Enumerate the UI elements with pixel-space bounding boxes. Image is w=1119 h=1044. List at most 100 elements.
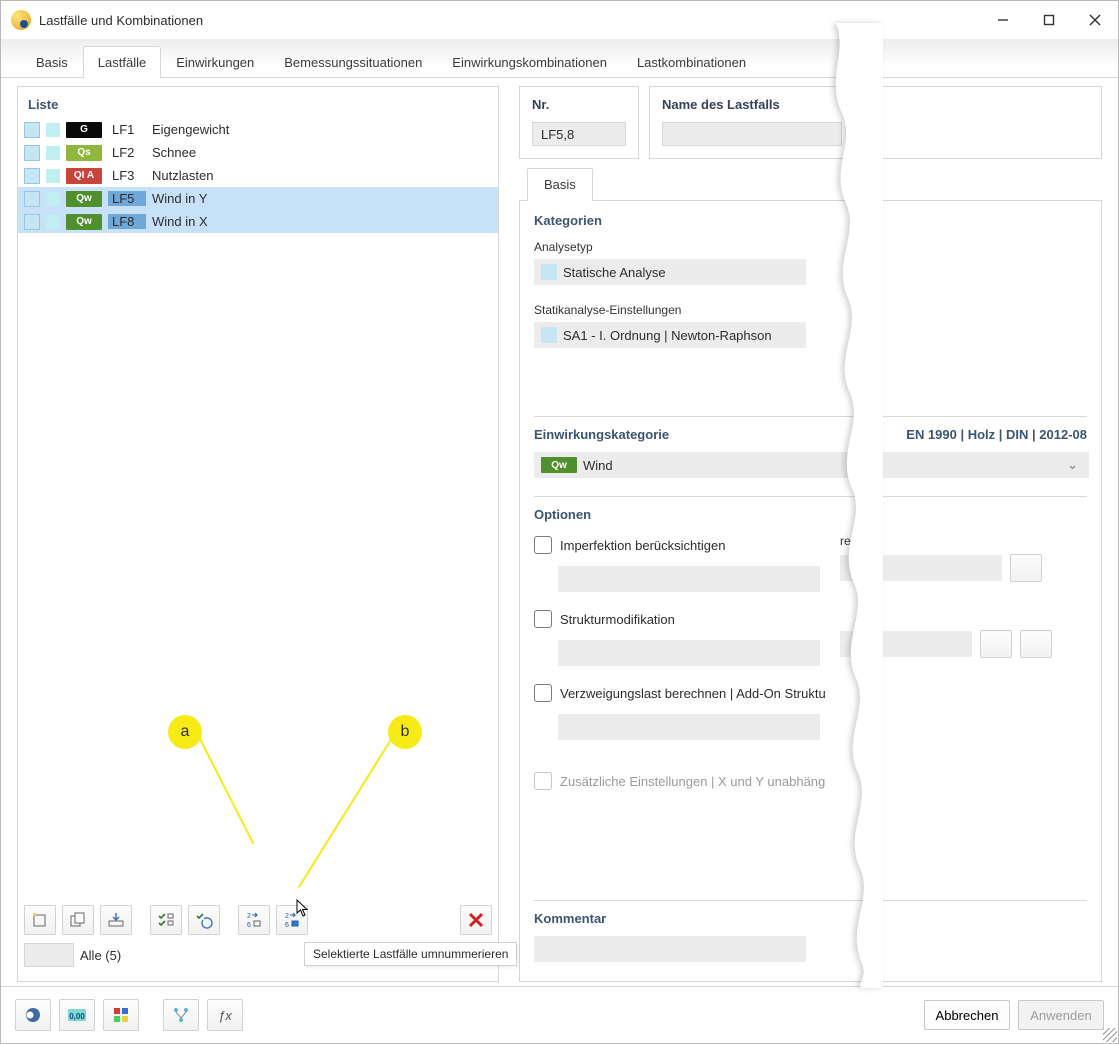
- name-label: Name des Lastfalls: [662, 97, 1089, 112]
- detail-panel: Nr. LF5,8 Name des Lastfalls Basis Kat: [519, 86, 1102, 982]
- row-checkbox[interactable]: [24, 122, 40, 138]
- field-nr: Nr. LF5,8: [519, 86, 639, 159]
- row-color-icon: [46, 215, 60, 229]
- annotation-a: a: [168, 715, 202, 749]
- window-title: Lastfälle und Kombinationen: [39, 13, 203, 28]
- list-item[interactable]: GLF1Eigengewicht: [18, 118, 498, 141]
- kommentar-title: Kommentar: [534, 911, 1087, 926]
- nr-input[interactable]: LF5,8: [532, 122, 626, 146]
- einwirkung-value: Wind: [583, 458, 613, 473]
- svg-text:2: 2: [285, 913, 289, 920]
- sub-tab-basis[interactable]: Basis: [527, 168, 593, 201]
- tree-button[interactable]: [163, 999, 199, 1031]
- list-item[interactable]: QwLF8Wind in X: [18, 210, 498, 233]
- loadcase-list[interactable]: GLF1EigengewichtQsLF2SchneeQI ALF3Nutzla…: [18, 118, 498, 981]
- struktur-edit-button-2[interactable]: [1020, 630, 1052, 658]
- list-toolbar: 26 26: [24, 905, 492, 935]
- tab-lastfaelle[interactable]: Lastfälle: [83, 46, 161, 78]
- row-color-icon: [46, 146, 60, 160]
- imperfektion-label: Imperfektion berücksichtigen: [560, 538, 725, 553]
- detail-box: Kategorien Analysetyp Statische Analyse …: [519, 201, 1102, 982]
- verzweigung-field[interactable]: [558, 714, 820, 740]
- right-fragment-label: ren aus: [840, 534, 1087, 548]
- tab-einwirkungen[interactable]: Einwirkungen: [161, 46, 269, 78]
- cancel-button[interactable]: Abbrechen: [924, 1000, 1010, 1030]
- group-kommentar: Kommentar: [534, 900, 1087, 962]
- list-item[interactable]: QwLF5Wind in Y: [18, 187, 498, 210]
- fx-button[interactable]: ƒx: [207, 999, 243, 1031]
- annotation-b: b: [388, 715, 422, 749]
- detail-container: Basis Kategorien Analysetyp Statische An…: [519, 167, 1102, 982]
- main-tabs: Basis Lastfälle Einwirkungen Bemessungss…: [1, 39, 1118, 78]
- settings-text: SA1 - I. Ordnung | Newton-Raphson: [563, 328, 772, 343]
- name-input[interactable]: [662, 122, 842, 146]
- imperfektion-checkbox[interactable]: [534, 536, 552, 554]
- units-button[interactable]: 0,00: [59, 999, 95, 1031]
- row-name: Wind in Y: [152, 191, 492, 206]
- chevron-down-icon: ⌄: [1067, 457, 1078, 473]
- imperfektion-field[interactable]: [558, 566, 820, 592]
- resize-grip[interactable]: [1103, 1028, 1117, 1042]
- close-button[interactable]: [1072, 1, 1118, 39]
- check-all-button[interactable]: [150, 905, 182, 935]
- struktur-checkbox[interactable]: [534, 610, 552, 628]
- settings-value[interactable]: SA1 - I. Ordnung | Newton-Raphson: [534, 322, 806, 348]
- cursor-icon: [296, 899, 310, 917]
- settings-color-icon: [541, 327, 557, 343]
- list-item[interactable]: QI ALF3Nutzlasten: [18, 164, 498, 187]
- tooltip: Selektierte Lastfälle umnummerieren: [304, 942, 517, 966]
- new-button[interactable]: [24, 905, 56, 935]
- top-fields: Nr. LF5,8 Name des Lastfalls: [519, 86, 1102, 159]
- sub-tabs: Basis: [519, 167, 1102, 201]
- tab-einwirk-kombi[interactable]: Einwirkungskombinationen: [437, 46, 622, 78]
- einwirkung-select[interactable]: Qw Wind ⌄: [534, 452, 1089, 478]
- import-button[interactable]: [100, 905, 132, 935]
- analysetyp-text: Statische Analyse: [563, 265, 666, 280]
- list-title: Liste: [18, 87, 498, 118]
- colors-button[interactable]: [103, 999, 139, 1031]
- row-color-icon: [46, 123, 60, 137]
- filter-select[interactable]: [24, 943, 74, 967]
- analysetyp-value[interactable]: Statische Analyse: [534, 259, 806, 285]
- verzweigung-checkbox[interactable]: [534, 684, 552, 702]
- right-fragment-field[interactable]: [840, 555, 1002, 581]
- row-checkbox[interactable]: [24, 168, 40, 184]
- minimize-button[interactable]: [980, 1, 1026, 39]
- right-fragment-edit-button[interactable]: [1010, 554, 1042, 582]
- bottom-bar: 0,00 ƒx Abbrechen Anwenden: [1, 986, 1118, 1043]
- apply-button: Anwenden: [1018, 1000, 1104, 1030]
- list-item[interactable]: QsLF2Schnee: [18, 141, 498, 164]
- struktur-edit-button-1[interactable]: [980, 630, 1012, 658]
- kommentar-input[interactable]: [534, 936, 806, 962]
- kategorien-title: Kategorien: [534, 213, 1087, 228]
- row-badge: Qw: [66, 214, 102, 230]
- row-name: Schnee: [152, 145, 492, 160]
- row-lf: LF1: [108, 122, 146, 137]
- uncheck-all-button[interactable]: [188, 905, 220, 935]
- einwirkung-title: Einwirkungskategorie: [534, 427, 669, 442]
- struktur-field[interactable]: [558, 640, 820, 666]
- row-lf: LF2: [108, 145, 146, 160]
- row-checkbox[interactable]: [24, 145, 40, 161]
- svg-text:6: 6: [285, 922, 289, 929]
- tab-last-kombi[interactable]: Lastkombinationen: [622, 46, 761, 78]
- row-lf: LF8: [108, 214, 146, 229]
- delete-button[interactable]: [460, 905, 492, 935]
- row-name: Eigengewicht: [152, 122, 492, 137]
- group-einwirkung: Einwirkungskategorie EN 1990 | Holz | DI…: [534, 416, 1087, 478]
- einwirkung-badge: Qw: [541, 457, 577, 473]
- row-badge: QI A: [66, 168, 102, 184]
- row-color-icon: [46, 169, 60, 183]
- row-checkbox[interactable]: [24, 191, 40, 207]
- row-name: Nutzlasten: [152, 168, 492, 183]
- maximize-button[interactable]: [1026, 1, 1072, 39]
- renumber-all-button[interactable]: 26: [238, 905, 270, 935]
- struktur-right-field[interactable]: [840, 631, 972, 657]
- tab-bemessung[interactable]: Bemessungssituationen: [269, 46, 437, 78]
- dialog-body: Basis Lastfälle Einwirkungen Bemessungss…: [1, 39, 1118, 1043]
- tab-basis[interactable]: Basis: [21, 46, 83, 78]
- row-checkbox[interactable]: [24, 214, 40, 230]
- copy-button[interactable]: [62, 905, 94, 935]
- help-button[interactable]: [15, 999, 51, 1031]
- svg-text:0,00: 0,00: [69, 1012, 85, 1021]
